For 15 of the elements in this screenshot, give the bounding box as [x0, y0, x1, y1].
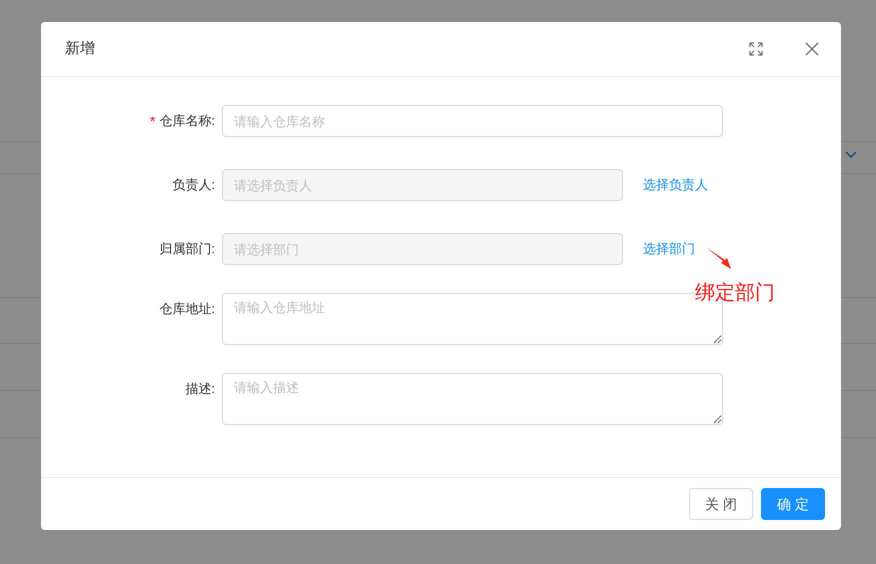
- field-label: 仓库地址:: [159, 300, 215, 318]
- text-area[interactable]: 请输入描述: [222, 373, 723, 425]
- required-mark: *: [150, 112, 156, 130]
- input-field[interactable]: 请输入仓库名称: [222, 105, 723, 137]
- confirm-button[interactable]: 确 定: [761, 488, 825, 520]
- close-icon[interactable]: [805, 42, 819, 56]
- fullscreen-icon[interactable]: [749, 42, 763, 56]
- arrow-icon: [706, 247, 732, 271]
- chevron-down-icon: [845, 151, 857, 159]
- field-label: 仓库名称:: [159, 112, 215, 130]
- field-label: 描述:: [185, 380, 215, 398]
- field-label: 归属部门:: [159, 240, 215, 258]
- close-button[interactable]: 关 闭: [689, 488, 753, 520]
- field-label: 负责人:: [172, 176, 215, 194]
- dialog-title: 新增: [65, 38, 95, 59]
